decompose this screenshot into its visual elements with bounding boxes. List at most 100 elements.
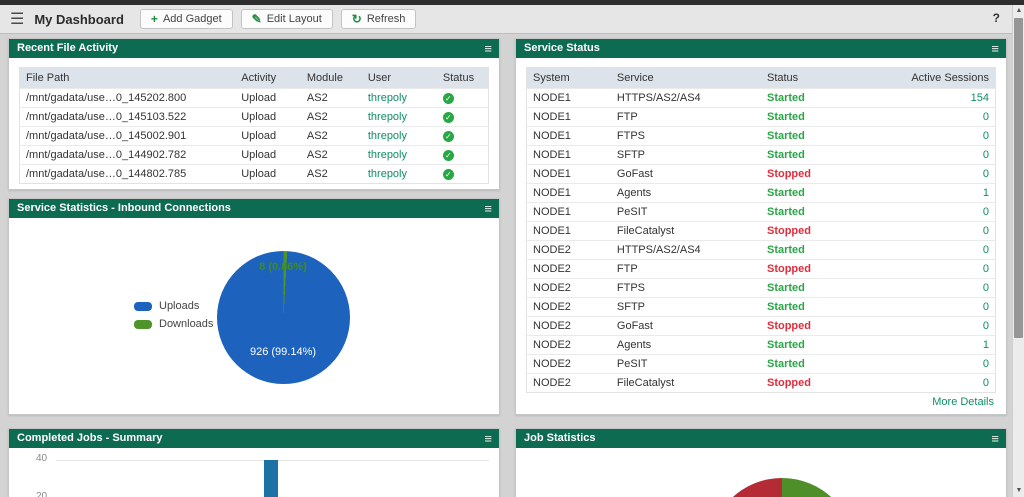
success-icon bbox=[442, 150, 454, 161]
table-row: NODE1 HTTPS/AS2/AS4 Started 154 bbox=[526, 88, 996, 108]
table-row: NODE2 Agents Started 1 bbox=[526, 335, 996, 355]
job-statistics-panel: Job Statistics bbox=[515, 428, 1007, 497]
job-statistics-pie[interactable] bbox=[709, 478, 855, 497]
panel-menu-icon[interactable] bbox=[484, 39, 492, 58]
col-activity: Activity bbox=[235, 67, 301, 89]
table-row: /mnt/gadata/use…0_144902.782 Upload AS2 … bbox=[19, 145, 489, 165]
table-row: NODE2 HTTPS/AS2/AS4 Started 0 bbox=[526, 240, 996, 260]
panel-header: Completed Jobs - Summary bbox=[9, 429, 499, 448]
status-badge: Started bbox=[760, 240, 893, 260]
table-row: NODE2 FileCatalyst Stopped 0 bbox=[526, 373, 996, 393]
completed-jobs-bar[interactable] bbox=[264, 460, 278, 497]
col-status: Status bbox=[436, 67, 489, 89]
file-activity-table: File Path Activity Module User Status /m… bbox=[19, 67, 489, 184]
menu-icon[interactable] bbox=[10, 9, 24, 29]
panel-menu-icon[interactable] bbox=[484, 199, 492, 218]
status-badge: Stopped bbox=[760, 259, 893, 279]
user-link[interactable]: threpoly bbox=[361, 145, 437, 165]
col-service: Service bbox=[610, 67, 761, 89]
edit-layout-label: Edit Layout bbox=[266, 13, 322, 25]
success-icon bbox=[442, 131, 454, 142]
pencil-icon bbox=[252, 14, 262, 24]
status-badge: Started bbox=[760, 183, 893, 203]
success-icon bbox=[442, 112, 454, 123]
col-system: System bbox=[526, 67, 611, 89]
status-badge: Started bbox=[760, 202, 893, 222]
y-tick-20: 20 bbox=[36, 491, 48, 497]
service-status-panel: Service Status System Service Status Act… bbox=[515, 38, 1007, 415]
scroll-up-icon[interactable]: ▲ bbox=[1013, 5, 1024, 17]
table-row: NODE2 PeSIT Started 0 bbox=[526, 354, 996, 374]
table-row: NODE1 FTP Started 0 bbox=[526, 107, 996, 127]
vertical-scrollbar[interactable]: ▲ ▼ bbox=[1012, 5, 1024, 497]
edit-layout-button[interactable]: Edit Layout bbox=[240, 9, 333, 29]
table-row: NODE2 SFTP Started 0 bbox=[526, 297, 996, 317]
panel-header: Service Statistics - Inbound Connections bbox=[9, 199, 499, 218]
more-details-link[interactable]: More Details bbox=[932, 396, 994, 408]
dashboard-app: My Dashboard Add Gadget Edit Layout Refr… bbox=[0, 0, 1024, 497]
table-row: NODE2 FTP Stopped 0 bbox=[526, 259, 996, 279]
user-link[interactable]: threpoly bbox=[361, 164, 437, 184]
status-badge: Stopped bbox=[760, 164, 893, 184]
uploads-swatch bbox=[134, 301, 152, 311]
table-row: NODE2 GoFast Stopped 0 bbox=[526, 316, 996, 336]
col-active-sessions: Active Sessions bbox=[892, 67, 996, 89]
downloads-swatch bbox=[134, 319, 152, 329]
col-user: User bbox=[361, 67, 437, 89]
legend-item-downloads[interactable]: Downloads bbox=[134, 318, 213, 330]
success-icon bbox=[442, 169, 454, 180]
user-link[interactable]: threpoly bbox=[361, 126, 437, 146]
uploads-slice-label: 926 (99.14%) bbox=[249, 346, 317, 358]
toolbar: My Dashboard Add Gadget Edit Layout Refr… bbox=[0, 5, 1012, 34]
col-file-path: File Path bbox=[19, 67, 236, 89]
panel-title: Job Statistics bbox=[524, 432, 596, 444]
panel-menu-icon[interactable] bbox=[484, 429, 492, 448]
panel-header: Job Statistics bbox=[516, 429, 1006, 448]
status-badge: Started bbox=[760, 335, 893, 355]
legend-item-uploads[interactable]: Uploads bbox=[134, 300, 213, 312]
panel-title: Service Status bbox=[524, 42, 600, 54]
status-badge: Started bbox=[760, 278, 893, 298]
panel-menu-icon[interactable] bbox=[991, 429, 999, 448]
status-badge: Started bbox=[760, 145, 893, 165]
panel-header: Recent File Activity bbox=[9, 39, 499, 58]
table-header-row: File Path Activity Module User Status bbox=[19, 67, 489, 89]
status-badge: Started bbox=[760, 107, 893, 127]
table-row: NODE2 FTPS Started 0 bbox=[526, 278, 996, 298]
service-status-table: System Service Status Active Sessions NO… bbox=[526, 67, 996, 393]
status-badge: Started bbox=[760, 354, 893, 374]
page-title: My Dashboard bbox=[34, 11, 124, 27]
panel-title: Completed Jobs - Summary bbox=[17, 432, 163, 444]
table-header-row: System Service Status Active Sessions bbox=[526, 67, 996, 89]
status-badge: Stopped bbox=[760, 373, 893, 393]
table-row: NODE1 PeSIT Started 0 bbox=[526, 202, 996, 222]
scroll-down-icon[interactable]: ▼ bbox=[1013, 485, 1024, 497]
table-row: NODE1 GoFast Stopped 0 bbox=[526, 164, 996, 184]
service-statistics-panel: Service Statistics - Inbound Connections… bbox=[8, 198, 500, 415]
refresh-icon bbox=[352, 14, 362, 24]
plus-icon bbox=[151, 14, 158, 24]
status-badge: Stopped bbox=[760, 221, 893, 241]
table-row: /mnt/gadata/use…0_145202.800 Upload AS2 … bbox=[19, 88, 489, 108]
table-row: NODE1 SFTP Started 0 bbox=[526, 145, 996, 165]
status-badge: Started bbox=[760, 126, 893, 146]
success-icon bbox=[442, 93, 454, 104]
panel-menu-icon[interactable] bbox=[991, 39, 999, 58]
refresh-button[interactable]: Refresh bbox=[340, 9, 417, 29]
user-link[interactable]: threpoly bbox=[361, 88, 437, 108]
col-status: Status bbox=[760, 67, 893, 89]
panel-header: Service Status bbox=[516, 39, 1006, 58]
user-link[interactable]: threpoly bbox=[361, 107, 437, 127]
table-row: /mnt/gadata/use…0_144802.785 Upload AS2 … bbox=[19, 164, 489, 184]
add-gadget-label: Add Gadget bbox=[162, 13, 222, 25]
scrollbar-thumb[interactable] bbox=[1014, 18, 1023, 338]
help-button[interactable]: ? bbox=[993, 11, 1000, 25]
refresh-label: Refresh bbox=[366, 13, 406, 25]
status-badge: Started bbox=[760, 88, 893, 108]
add-gadget-button[interactable]: Add Gadget bbox=[139, 9, 233, 29]
panel-title: Recent File Activity bbox=[17, 42, 119, 54]
table-row: /mnt/gadata/use…0_145002.901 Upload AS2 … bbox=[19, 126, 489, 146]
panel-title: Service Statistics - Inbound Connections bbox=[17, 202, 231, 214]
status-badge: Started bbox=[760, 297, 893, 317]
table-row: NODE1 FileCatalyst Stopped 0 bbox=[526, 221, 996, 241]
